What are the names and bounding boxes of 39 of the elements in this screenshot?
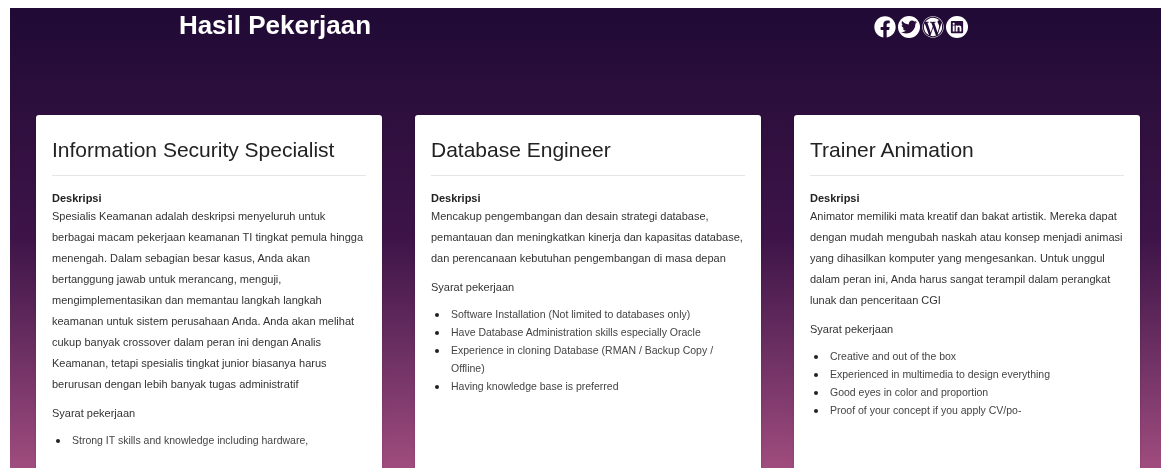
bullet-icon bbox=[435, 349, 439, 353]
description-label: Deskripsi bbox=[810, 191, 861, 206]
description-label: Deskripsi bbox=[52, 191, 103, 206]
wordpress-icon bbox=[921, 16, 944, 38]
linkedin-icon bbox=[949, 20, 964, 34]
page-title: Hasil Pekerjaan bbox=[178, 9, 372, 42]
requirement-item: Strong IT skills and knowledge including hardware, bbox=[72, 433, 309, 448]
requirement-item: Having knowledge base is preferred bbox=[451, 379, 619, 394]
card-title: Database Engineer bbox=[431, 137, 612, 163]
requirements-label: Syarat pekerjaan bbox=[431, 280, 516, 295]
requirement-item: Good eyes in color and proportion bbox=[830, 385, 989, 400]
card-title: Trainer Animation bbox=[810, 137, 975, 163]
wordpress-link[interactable] bbox=[921, 16, 944, 38]
bullet-icon bbox=[56, 439, 60, 443]
requirements-label: Syarat pekerjaan bbox=[810, 322, 895, 337]
card-title: Information Security Specialist bbox=[52, 137, 336, 163]
requirement-item: Creative and out of the box bbox=[830, 349, 957, 364]
description-text: Mencakup pengembangan dan desain strategi database, pemantauan dan meningkatkan kinerja dan kapasitas database, dan perencanaan kebutuhan pengembangan di masa depan bbox=[431, 209, 744, 266]
bullet-icon bbox=[814, 373, 818, 377]
requirement-item: Software Installation (Not limited to databases only) bbox=[451, 307, 691, 322]
bullet-icon bbox=[435, 313, 439, 317]
requirement-item: Proof of your concept if you apply CV/po- bbox=[830, 403, 1022, 418]
requirement-item: Experienced in multimedia to design everything bbox=[830, 367, 1051, 382]
linkedin-link[interactable] bbox=[945, 16, 968, 38]
description-text: Animator memiliki mata kreatif dan bakat artistik. Mereka dapat dengan mudah mengubah naskah atau konsep menjadi animasi yang dihasilkan komputer yang mengesankan. Untuk unggul dalam peran ini, Anda harus sangat terampil dalam perangkat lunak dan penceritaan CGI bbox=[810, 209, 1124, 308]
requirement-item: Have Database Administration skills especially Oracle bbox=[451, 325, 701, 340]
description-label: Deskripsi bbox=[431, 191, 482, 206]
bird-icon bbox=[900, 19, 917, 35]
bullet-icon bbox=[814, 391, 818, 395]
bullet-icon bbox=[435, 385, 439, 389]
requirements-label: Syarat pekerjaan bbox=[52, 406, 137, 421]
description-text: Spesialis Keamanan adalah deskripsi menyeluruh untuk berbagai macam pekerjaan keamanan TI tingkat pemula hingga menengah. Dalam sebagian besar kasus, Anda akan bertanggung jawab untuk merancang, menguji, mengimplementasikan dan memantau langkah langkah keamanan untuk sistem perusahaan Anda. Anda akan melihat cukup banyak crossover dalam peran ini dengan Analis Keamanan, tetapi spesialis tingkat junior biasanya harus berurusan dengan lebih banyak tugas administratif bbox=[52, 209, 365, 392]
bullet-icon bbox=[435, 331, 439, 335]
bullet-icon bbox=[814, 355, 818, 359]
bullet-icon bbox=[814, 409, 818, 413]
requirement-item: Experience in cloning Database (RMAN / Backup Copy / Offline) bbox=[451, 343, 715, 376]
facebook-icon bbox=[873, 16, 896, 38]
twitter-link[interactable] bbox=[897, 16, 920, 38]
facebook-link[interactable] bbox=[873, 16, 896, 38]
